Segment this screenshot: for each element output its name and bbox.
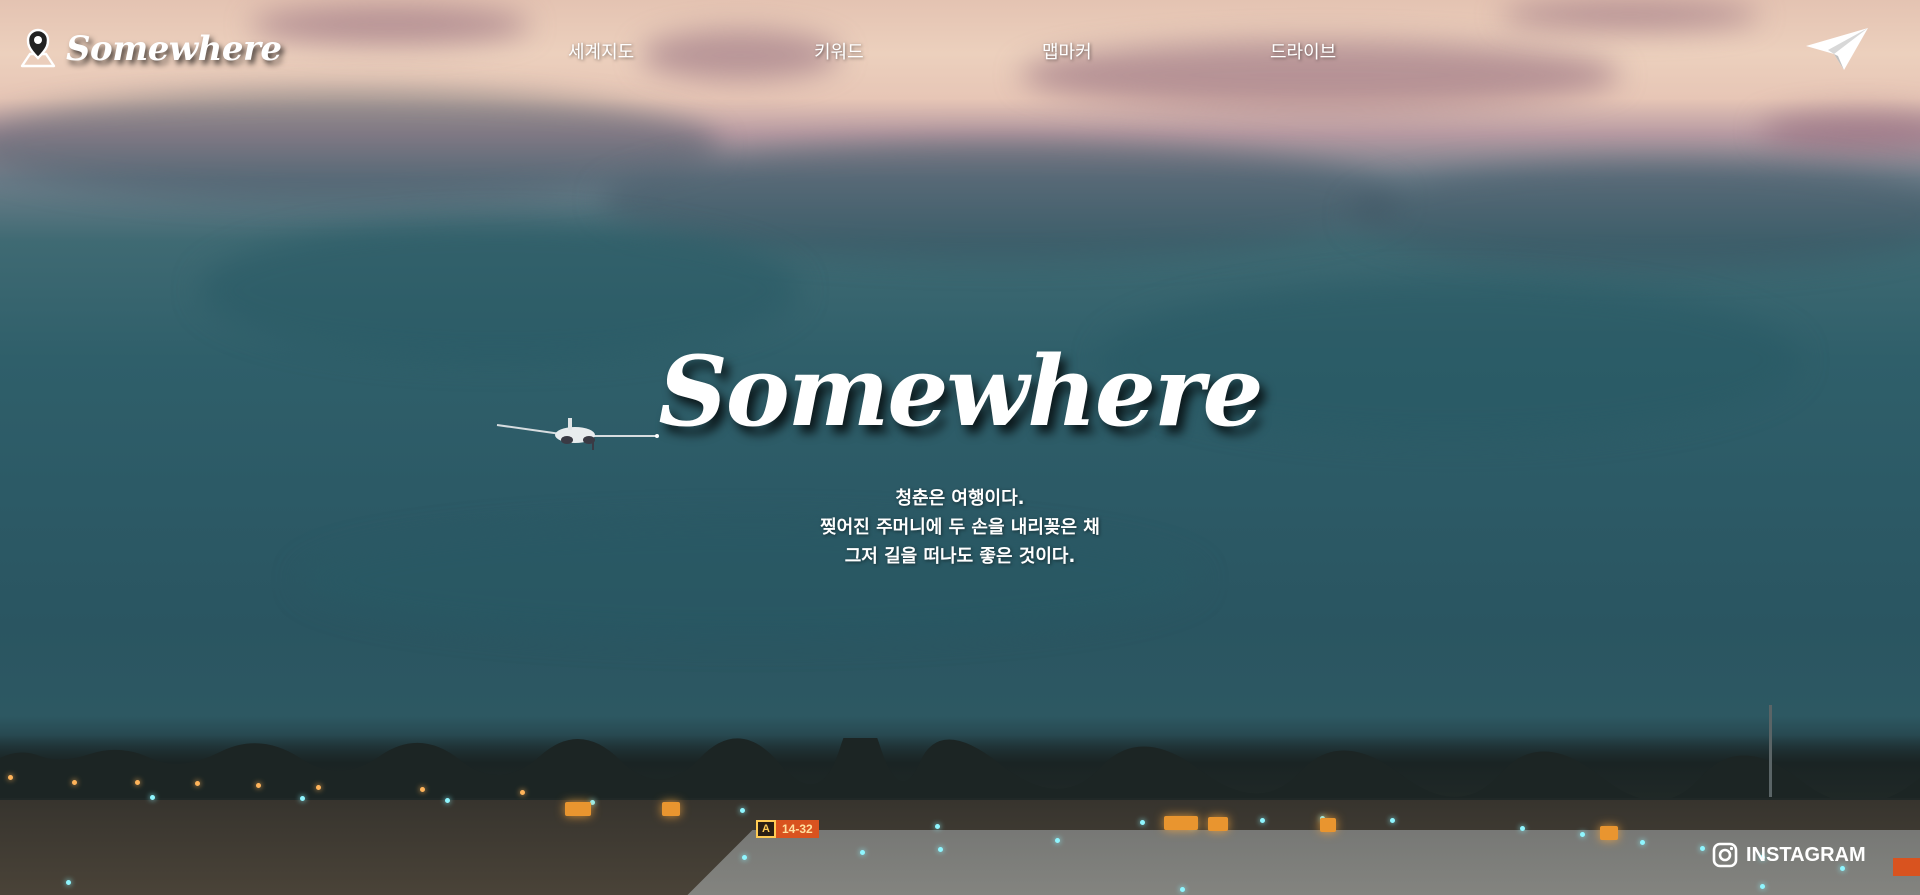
tagline-line-2: 찢어진 주머니에 두 손을 내리꽂은 채: [820, 517, 1100, 538]
instagram-link[interactable]: INSTAGRAM: [1712, 842, 1866, 868]
hero-title: Somewhere: [658, 335, 1263, 448]
hero-tagline: 청춘은 여행이다. 찢어진 주머니에 두 손을 내리꽂은 채 그저 길을 떠나도…: [0, 484, 1920, 571]
corner-runway-sign: [1893, 858, 1920, 876]
nav-item-keyword[interactable]: 키워드: [814, 38, 864, 64]
nav-item-map-marker[interactable]: 맵마커: [1042, 38, 1092, 64]
nav-item-world-map[interactable]: 세계지도: [568, 38, 634, 64]
nav-item-drive[interactable]: 드라이브: [1270, 38, 1336, 64]
runway-sign-number: 14-32: [776, 820, 819, 838]
runway-sign: A 14-32: [756, 820, 819, 838]
light-pole: [1769, 705, 1772, 797]
paper-plane-icon[interactable]: [1804, 26, 1870, 74]
tree-silhouette: [0, 738, 1920, 798]
instagram-icon: [1712, 842, 1738, 868]
tagline-line-3: 그저 길을 떠나도 좋은 것이다.: [844, 546, 1076, 567]
main-nav: 세계지도 키워드 맵마커 드라이브: [0, 38, 1920, 64]
tagline-line-1: 청춘은 여행이다.: [895, 488, 1025, 509]
hero-background: A 14-32 Somewhere 세계지도 키워드 맵마커 드라이브 Some…: [0, 0, 1920, 895]
instagram-label: INSTAGRAM: [1746, 843, 1866, 866]
runway-sign-letter: A: [756, 820, 776, 838]
site-header: Somewhere 세계지도 키워드 맵마커 드라이브: [0, 0, 1920, 100]
